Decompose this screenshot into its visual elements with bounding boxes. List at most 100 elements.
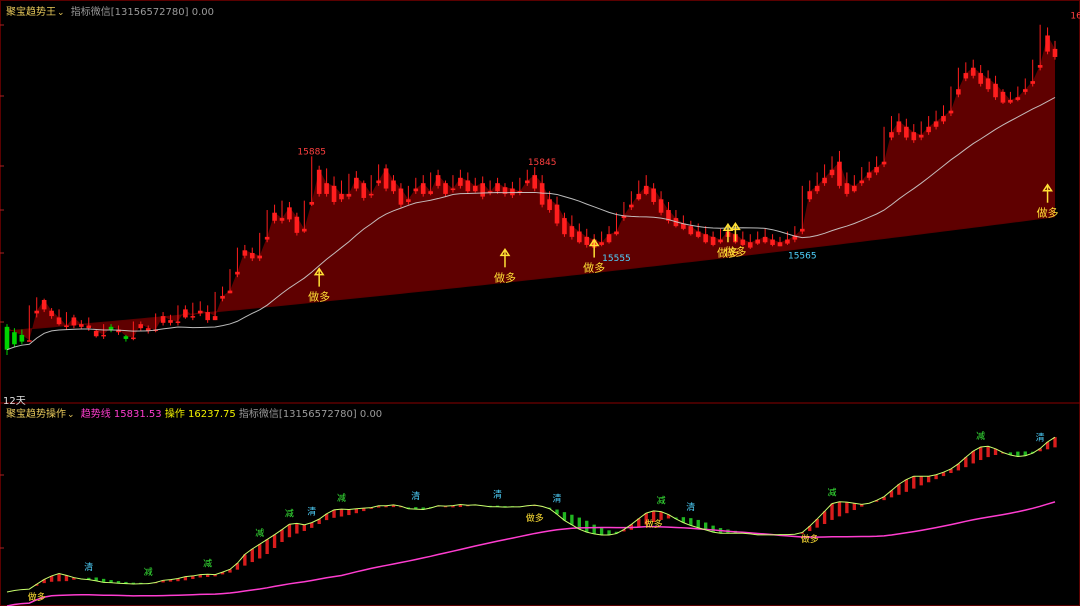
candle-body: [599, 242, 604, 245]
candle-body: [428, 191, 433, 194]
candle-body: [168, 320, 173, 323]
candle-body: [866, 172, 872, 178]
candle-body: [346, 193, 352, 197]
candle-body: [911, 132, 917, 141]
candle-body: [584, 236, 590, 245]
candle-body: [740, 239, 746, 245]
indicator-tag: 做多: [28, 591, 46, 603]
candle-body: [889, 132, 894, 138]
low-price-label: 15565: [788, 251, 817, 261]
chevron-down-icon[interactable]: ⌄: [67, 410, 75, 420]
signal-label: 做多: [583, 261, 605, 275]
candle-body: [970, 67, 976, 76]
candle-body: [956, 89, 961, 95]
high-price-label: 16390: [1070, 12, 1080, 22]
chevron-down-icon[interactable]: ⌄: [57, 8, 65, 18]
candle-body: [1037, 65, 1043, 68]
period-label: 12天: [3, 396, 26, 407]
indicator-tag: 清: [411, 490, 420, 502]
candle-body: [569, 226, 575, 237]
op-line-value: 16237.75: [188, 409, 236, 420]
indicator-tag: 清: [686, 501, 695, 513]
candle-body: [249, 252, 255, 259]
candle-body: [762, 236, 768, 243]
top-panel-header: 聚宝趋势王⌄ 指标微信[13156572780] 0.00: [6, 3, 214, 18]
candle-body: [354, 177, 359, 189]
candle-body: [4, 326, 10, 350]
indicator-tag: 做多: [526, 512, 544, 524]
candle-body: [1052, 48, 1058, 57]
candle-body: [331, 185, 337, 202]
candle-body: [844, 183, 850, 194]
candle-body: [710, 236, 716, 245]
candle-body: [859, 180, 865, 184]
top-indicator-name[interactable]: 聚宝趋势王: [6, 7, 56, 18]
candle-body: [435, 175, 441, 186]
candle-body: [547, 199, 552, 211]
candle-body: [495, 183, 500, 192]
candle-body: [79, 324, 84, 327]
candle-body: [227, 290, 233, 294]
candle-body: [510, 188, 515, 196]
indicator-tag: 做多: [801, 533, 819, 545]
candle-body: [480, 183, 485, 197]
candle-body: [108, 326, 114, 330]
main-chart: 1588515845155551556516390做多做多做多做多做多做多做多清…: [0, 0, 1080, 606]
candle-body: [93, 330, 99, 337]
candle-body: [799, 228, 805, 232]
bottom-panel-header: 聚宝趋势操作⌄ 趋势线 15831.53 操作 16237.75 指标微信[13…: [6, 405, 382, 420]
candle-body: [814, 185, 820, 192]
candle-body: [651, 188, 656, 202]
candle-body: [695, 231, 701, 237]
candle-body: [458, 177, 463, 186]
candle-body: [443, 183, 448, 194]
candle-body: [361, 183, 367, 198]
candle-body: [985, 78, 991, 90]
candle-body: [643, 185, 649, 194]
candle-body: [926, 126, 931, 133]
candle-body: [874, 167, 879, 173]
candle-body: [175, 321, 181, 323]
candle-body: [606, 234, 612, 243]
candle-body: [755, 239, 760, 244]
bottom-indicator-name[interactable]: 聚宝趋势操作: [6, 409, 66, 420]
candle-body: [933, 121, 939, 127]
candle-body: [777, 242, 783, 247]
candle-body: [993, 83, 998, 98]
top-indicator-note: 指标微信[13156572780]: [70, 7, 189, 18]
candle-body: [71, 317, 77, 326]
candle-body: [197, 310, 203, 314]
candle-body: [822, 177, 827, 184]
candle-body: [287, 207, 292, 220]
candle-body: [1008, 99, 1013, 103]
indicator-tag: 减: [976, 430, 985, 442]
candle-body: [101, 334, 106, 337]
candle-body: [1015, 97, 1021, 100]
candle-body: [658, 199, 664, 213]
high-price-label: 15845: [528, 158, 557, 168]
indicator-tag: 减: [203, 557, 212, 569]
bottom-indicator-value: 0.00: [359, 409, 383, 420]
candle-body: [302, 228, 307, 232]
op-line-label: 操作: [164, 409, 185, 420]
candle-body: [978, 73, 983, 84]
indicator-tag: 清: [1036, 431, 1045, 443]
candle-body: [577, 231, 582, 243]
indicator-tag: 清: [553, 493, 562, 505]
high-price-label: 15885: [297, 147, 326, 157]
candle-body: [86, 325, 92, 329]
indicator-tag: 减: [255, 527, 264, 539]
signal-label: 做多: [494, 270, 516, 284]
candle-body: [257, 255, 263, 259]
candle-body: [205, 312, 210, 321]
trend-line-value: 15831.53: [113, 409, 162, 420]
indicator-tag: 清: [493, 489, 502, 501]
candle-body: [49, 310, 54, 317]
candle-body: [190, 316, 196, 318]
indicator-tag: 减: [657, 495, 666, 507]
candle-body: [220, 295, 225, 299]
candle-body: [368, 193, 374, 196]
candle-body: [829, 169, 835, 176]
candle-body: [614, 231, 619, 235]
candle-body: [339, 193, 344, 200]
